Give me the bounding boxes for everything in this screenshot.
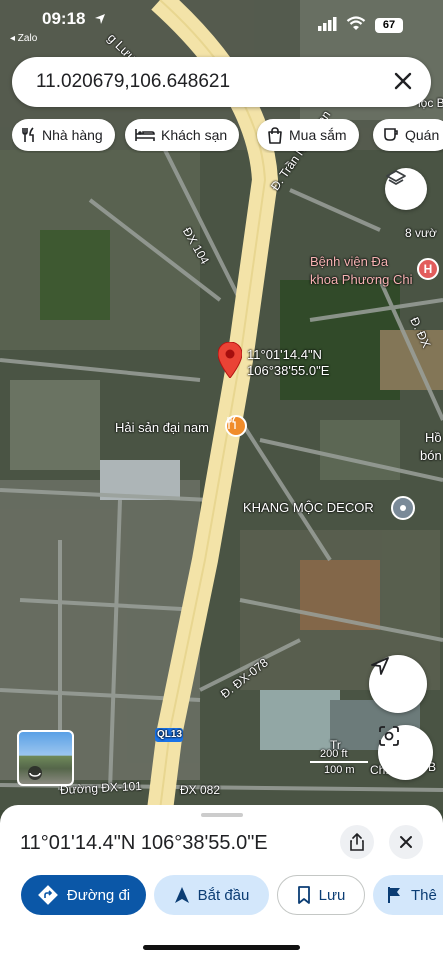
home-indicator[interactable] [143, 945, 300, 950]
search-bar[interactable]: 11.020679,106.648621 [12, 57, 431, 107]
chip-label: Nhà hàng [42, 127, 103, 143]
highway-shield-ql13: QL13 [157, 729, 183, 740]
share-icon [350, 833, 364, 851]
scale-m: 100 m [324, 764, 355, 776]
directions-icon [37, 885, 58, 905]
lens-camera-icon [379, 726, 399, 746]
layers-icon [386, 170, 406, 185]
layers-button[interactable] [385, 168, 427, 210]
street-view-thumbnail[interactable] [17, 730, 74, 786]
chip-cafes[interactable]: Quán [373, 119, 443, 151]
scale-bar: 200 ft 100 m [310, 748, 370, 778]
dropped-pin-icon[interactable] [218, 342, 242, 378]
chip-label: Mua sắm [289, 127, 347, 143]
save-button[interactable]: Lưu [277, 875, 365, 915]
shopping-bag-icon [268, 126, 282, 144]
chip-hotels[interactable]: Khách sạn [125, 119, 240, 151]
chip-label: Khách sạn [161, 127, 228, 143]
directions-button[interactable]: Đường đi [21, 875, 146, 915]
battery-indicator: 67 [375, 18, 403, 33]
close-sheet-button[interactable] [389, 825, 423, 859]
street-label-dx082: ĐX 082 [180, 783, 221, 797]
wifi-icon [346, 16, 366, 36]
status-bar: 09:18 ◂ Zalo 67 [0, 0, 443, 48]
close-icon [400, 836, 412, 848]
pin-coordinates: 11°01'14.4"N 106°38'55.0"E [247, 347, 329, 379]
drag-handle[interactable] [201, 813, 243, 817]
category-chips: Nhà hàng Khách sạn Mua sắm Quán [12, 119, 443, 153]
add-label-button[interactable]: Thê [373, 875, 443, 915]
my-location-button[interactable] [369, 655, 427, 713]
business-label[interactable]: KHANG MỘC DECOR [243, 500, 374, 515]
flag-icon [388, 887, 400, 903]
hotel-icon [135, 129, 155, 141]
place-label-bon: bón [420, 448, 442, 463]
start-button[interactable]: Bắt đầu [154, 875, 269, 915]
cafe-icon [384, 128, 398, 141]
restaurant-label[interactable]: Hải sản đại nam [115, 420, 209, 435]
back-to-app-link[interactable]: ◂ Zalo [10, 33, 37, 44]
button-label: Lưu [318, 886, 346, 904]
cellular-signal-icon [318, 17, 338, 36]
clear-search-button[interactable] [389, 67, 417, 95]
clock: 09:18 [42, 9, 86, 28]
location-services-icon [94, 12, 106, 30]
button-label: Bắt đầu [197, 886, 250, 904]
coordinates-title: 11°01'14.4"N 106°38'55.0"E [20, 832, 268, 854]
hospital-label[interactable]: Bệnh viện Đa khoa Phương Chi [310, 253, 415, 289]
pin-latitude: 11°01'14.4"N [247, 347, 322, 362]
search-input[interactable]: 11.020679,106.648621 [36, 71, 230, 93]
hospital-icon[interactable]: H [417, 258, 439, 280]
navigation-arrow-icon [174, 887, 189, 903]
chip-shopping[interactable]: Mua sắm [257, 119, 359, 151]
button-label: Đường đi [66, 886, 131, 904]
bookmark-icon [297, 886, 310, 904]
scale-ft: 200 ft [320, 748, 348, 760]
place-label-vuon: 8 vườ [405, 226, 437, 240]
restaurant-icon[interactable] [225, 415, 247, 437]
place-label-ho: Hồ [425, 430, 442, 445]
camera-search-button[interactable] [378, 725, 433, 780]
place-bottom-sheet[interactable]: 11°01'14.4"N 106°38'55.0"E Đường đi Bắt … [0, 805, 443, 959]
share-button[interactable] [340, 825, 374, 859]
chip-label: Quán [405, 127, 440, 143]
navigation-arrow-icon [371, 657, 389, 675]
pin-longitude: 106°38'55.0"E [247, 363, 330, 378]
chip-restaurants[interactable]: Nhà hàng [12, 119, 115, 151]
location-marker-icon[interactable] [391, 496, 415, 520]
close-icon [394, 72, 412, 90]
button-label: Thê [411, 886, 437, 904]
restaurant-icon [22, 127, 34, 142]
